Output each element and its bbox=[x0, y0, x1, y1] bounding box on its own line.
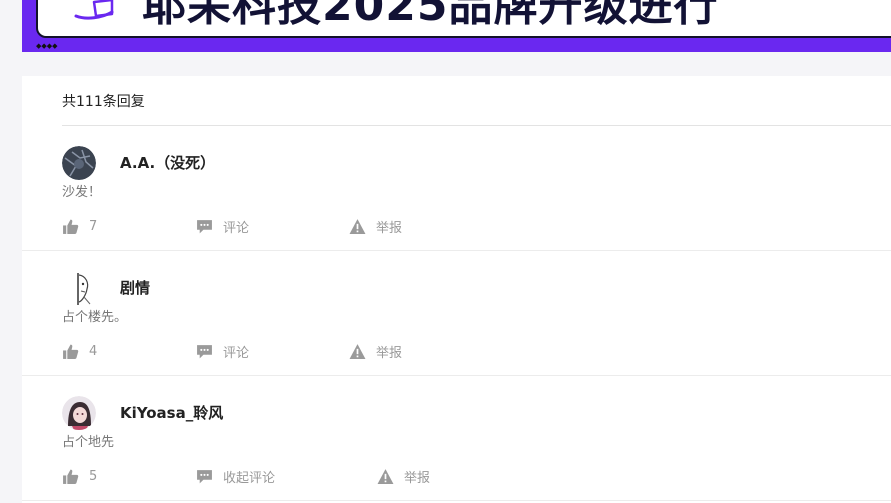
warning-triangle-icon bbox=[349, 343, 366, 359]
banner-card: 耶呆科技2025品牌升级进行 bbox=[36, 0, 891, 38]
report-button[interactable]: 举报 bbox=[377, 466, 430, 486]
like-count: 4 bbox=[89, 343, 98, 359]
thumbs-up-icon bbox=[63, 344, 79, 359]
like-button[interactable]: 5 bbox=[62, 466, 97, 486]
reply-label: 评论 bbox=[223, 345, 250, 361]
username[interactable]: 剧情 bbox=[120, 277, 150, 298]
avatar[interactable] bbox=[62, 146, 96, 180]
reply-label: 评论 bbox=[223, 220, 250, 236]
reply-button[interactable]: 评论 bbox=[196, 216, 249, 236]
comment-count: 共111条回复 bbox=[62, 94, 145, 110]
like-button[interactable]: 4 bbox=[62, 341, 97, 361]
like-button[interactable]: 7 bbox=[62, 216, 97, 236]
warning-triangle-icon bbox=[377, 468, 394, 484]
comments-panel: 共111条回复 A.A.（没死） 沙发！ 7 评论 举报 剧情 占个楼先。 4 … bbox=[22, 76, 891, 503]
comment-item: 剧情 占个楼先。 4 评论 举报 bbox=[22, 251, 891, 376]
comment-bubble-icon bbox=[197, 219, 212, 233]
username[interactable]: A.A.（没死） bbox=[120, 152, 215, 173]
comment-bubble-icon bbox=[197, 344, 212, 358]
thumbs-up-icon bbox=[63, 219, 79, 234]
comment-body: 沙发！ bbox=[62, 185, 102, 200]
report-button[interactable]: 举报 bbox=[349, 341, 402, 361]
top-banner: 耶呆科技2025品牌升级进行 ◆◆◆◆ bbox=[22, 0, 891, 52]
warning-triangle-icon bbox=[349, 218, 366, 234]
comment-bubble-icon bbox=[197, 469, 212, 483]
comment-item: KiYoasa_聆风 占个地先 5 收起评论 举报 bbox=[22, 376, 891, 501]
thumbs-up-icon bbox=[63, 469, 79, 484]
report-button[interactable]: 举报 bbox=[349, 216, 402, 236]
username[interactable]: KiYoasa_聆风 bbox=[120, 402, 223, 423]
banner-logo-icon bbox=[74, 0, 114, 20]
reply-label: 收起评论 bbox=[223, 470, 276, 486]
avatar[interactable] bbox=[62, 396, 96, 430]
avatar[interactable] bbox=[62, 271, 96, 305]
collapse-replies-button[interactable]: 收起评论 bbox=[196, 466, 275, 486]
comment-item: A.A.（没死） 沙发！ 7 评论 举报 bbox=[22, 126, 891, 251]
like-count: 5 bbox=[89, 468, 98, 484]
report-label: 举报 bbox=[376, 220, 403, 236]
banner-title: 耶呆科技2025品牌升级进行 bbox=[142, 0, 719, 31]
report-label: 举报 bbox=[404, 470, 431, 486]
report-label: 举报 bbox=[376, 345, 403, 361]
comment-body: 占个楼先。 bbox=[62, 310, 128, 325]
banner-dots: ◆◆◆◆ bbox=[36, 42, 58, 50]
like-count: 7 bbox=[89, 218, 98, 234]
comment-body: 占个地先 bbox=[62, 435, 115, 450]
reply-button[interactable]: 评论 bbox=[196, 341, 249, 361]
